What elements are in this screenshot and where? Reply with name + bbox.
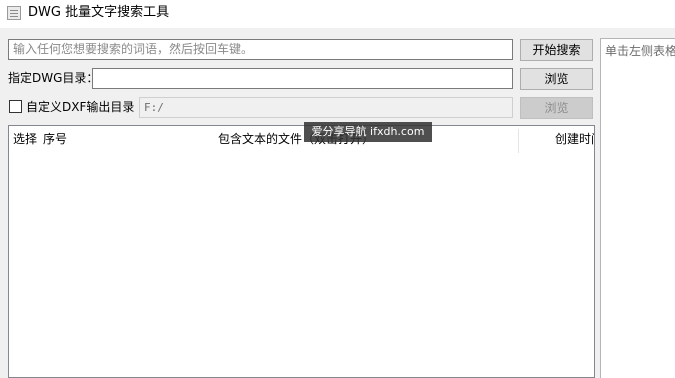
side-panel: 单击左侧表格中的文件 [600, 38, 675, 378]
side-panel-hint: 单击左侧表格中的文件 [605, 44, 675, 58]
results-table[interactable]: 选择 序号 包含文本的文件（双击打开） 创建时间 [8, 125, 595, 378]
start-search-button[interactable]: 开始搜索 [520, 39, 593, 61]
app-icon [7, 6, 21, 20]
output-directory-input: F:/ [139, 97, 513, 118]
window-title: DWG 批量文字搜索工具 [28, 5, 170, 20]
custom-output-checkbox[interactable] [9, 100, 22, 113]
watermark: 爱分享导航 ifxdh.com [304, 122, 432, 142]
browse-output-button: 浏览 [520, 97, 593, 119]
browse-dwg-button[interactable]: 浏览 [520, 68, 593, 90]
dwg-directory-label: 指定DWG目录： [8, 71, 99, 85]
column-divider[interactable] [518, 129, 519, 153]
search-input[interactable]: 输入任何您想要搜索的词语，然后按回车键。 [8, 39, 513, 60]
title-bar: DWG 批量文字搜索工具 [0, 0, 675, 28]
column-header-select[interactable]: 选择 [13, 132, 37, 146]
column-header-created[interactable]: 创建时间 [555, 132, 594, 146]
column-header-index[interactable]: 序号 [43, 132, 67, 146]
custom-output-label: 自定义DXF输出目录 [26, 100, 135, 114]
dwg-directory-input[interactable] [92, 68, 513, 89]
search-placeholder: 输入任何您想要搜索的词语，然后按回车键。 [13, 42, 254, 56]
